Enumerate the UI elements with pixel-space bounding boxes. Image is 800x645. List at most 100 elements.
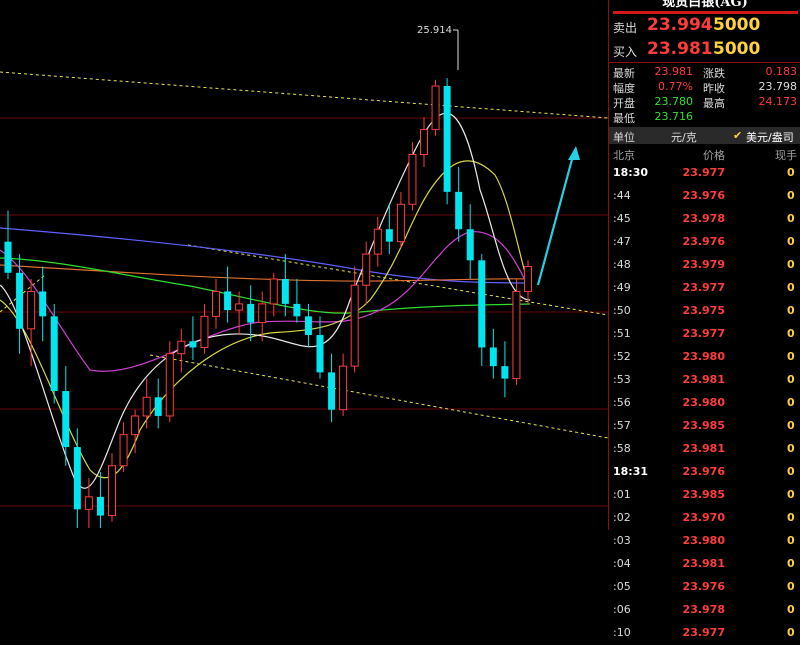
tick-row[interactable]: :58 23.981 0 <box>609 438 800 461</box>
tick-row[interactable]: :48 23.979 0 <box>609 254 800 277</box>
candle-up <box>119 434 128 467</box>
stat-value: 24.173 <box>758 95 798 108</box>
tick-volume: 0 <box>787 212 795 225</box>
forecast-arrow <box>536 151 576 286</box>
candle-down <box>443 86 451 192</box>
candle-down <box>50 316 58 392</box>
candle-up <box>165 353 174 417</box>
candle-down <box>501 366 509 379</box>
tick-price: 23.978 <box>682 212 725 225</box>
tick-time: :48 <box>613 258 631 271</box>
stat-value: 23.981 <box>654 65 694 78</box>
sell-volume: 5000 <box>713 15 761 35</box>
tick-row[interactable]: :04 23.981 0 <box>609 553 800 576</box>
sell-row[interactable]: 卖出 23.994 5000 <box>609 14 800 38</box>
candle-up <box>27 290 36 330</box>
stat-label: 开盘 <box>613 97 635 110</box>
tick-time: :05 <box>613 580 631 593</box>
unit-usd-option[interactable]: 美元/盎司 <box>746 129 794 145</box>
candle-down <box>96 496 104 516</box>
separator <box>609 62 800 63</box>
candle-down <box>478 260 486 348</box>
tick-row[interactable]: :50 23.975 0 <box>609 300 800 323</box>
stat-value: 23.780 <box>654 95 694 108</box>
tick-price: 23.980 <box>682 350 725 363</box>
buy-price: 23.981 <box>647 39 713 59</box>
candle-down <box>455 191 463 230</box>
tick-row[interactable]: :53 23.981 0 <box>609 369 800 392</box>
tick-row[interactable]: :57 23.985 0 <box>609 415 800 438</box>
candle-up <box>339 365 348 411</box>
quote-panel: 现货白银(AG) 卖出 23.994 5000 买入 23.981 5000 最… <box>608 0 800 639</box>
candle-up <box>212 290 220 317</box>
tick-volume: 0 <box>787 350 795 363</box>
tick-price: 23.976 <box>682 580 725 593</box>
tick-row[interactable]: :49 23.977 0 <box>609 277 800 300</box>
candle-up <box>512 290 521 380</box>
candle-down <box>4 241 12 273</box>
tick-volume: 0 <box>787 534 795 547</box>
instrument-title: 现货白银(AG) <box>662 0 748 10</box>
tick-row[interactable]: 18:31 23.976 0 <box>609 461 800 484</box>
candle-down <box>247 303 255 323</box>
candle-up <box>420 129 428 156</box>
tick-time: :57 <box>613 419 631 432</box>
tick-time: :44 <box>613 189 631 202</box>
tick-price: 23.978 <box>682 603 725 616</box>
tick-row[interactable]: :56 23.980 0 <box>609 392 800 415</box>
stat-value: 0.183 <box>765 65 798 78</box>
candle-up <box>431 85 440 131</box>
annotations: 25.914 <box>417 25 580 286</box>
tick-row[interactable]: :47 23.976 0 <box>609 231 800 254</box>
tick-volume: 0 <box>787 373 795 386</box>
candle-up <box>108 465 116 517</box>
tick-row[interactable]: :06 23.978 0 <box>609 599 800 622</box>
candle-up <box>84 496 93 510</box>
candle-down <box>224 291 232 311</box>
stat-label: 最高 <box>703 97 725 110</box>
tick-row[interactable]: :05 23.976 0 <box>609 576 800 599</box>
tick-row[interactable]: :10 23.977 0 <box>609 622 800 645</box>
candle-down <box>281 279 289 304</box>
tick-time: :10 <box>613 626 631 639</box>
tick-volume: 0 <box>787 626 795 639</box>
tick-volume: 0 <box>787 603 795 616</box>
tick-volume: 0 <box>787 235 795 248</box>
candle-down <box>189 341 197 348</box>
stat-label: 昨收 <box>703 82 725 95</box>
candle-up <box>524 266 532 292</box>
ma120-line <box>0 264 531 282</box>
tick-row[interactable]: :52 23.980 0 <box>609 346 800 369</box>
sell-price: 23.994 <box>647 15 713 35</box>
tick-price: 23.977 <box>682 281 725 294</box>
tick-price: 23.981 <box>682 442 725 455</box>
unit-yuan-option[interactable]: 元/克 <box>671 129 697 145</box>
col-price-header: 价格 <box>703 149 725 162</box>
forecast-arrow-head <box>568 146 580 160</box>
tick-row[interactable]: :02 23.970 0 <box>609 507 800 530</box>
candle-up <box>235 303 244 311</box>
tick-row[interactable]: :44 23.976 0 <box>609 185 800 208</box>
col-vol-header: 现手 <box>775 149 797 162</box>
tick-row[interactable]: :51 23.977 0 <box>609 323 800 346</box>
candle-up <box>362 253 371 286</box>
ma20-line <box>0 231 531 372</box>
kline-chart[interactable]: 25.914 <box>0 0 608 530</box>
stat-value: 23.798 <box>758 80 798 93</box>
tick-row[interactable]: 18:30 23.977 0 <box>609 162 800 185</box>
buy-row[interactable]: 买入 23.981 5000 <box>609 38 800 62</box>
col-time-header: 北京 <box>613 149 635 162</box>
candle-up <box>200 315 209 348</box>
stat-label: 最低 <box>613 112 635 125</box>
tick-price: 23.980 <box>682 534 725 547</box>
tick-row[interactable]: :45 23.978 0 <box>609 208 800 231</box>
tick-volume: 0 <box>787 258 795 271</box>
upper-trend-line <box>0 71 608 119</box>
tick-row[interactable]: :01 23.985 0 <box>609 484 800 507</box>
tick-price: 23.976 <box>682 465 725 478</box>
tick-row[interactable]: :03 23.980 0 <box>609 530 800 553</box>
candle-down <box>316 335 324 373</box>
tick-volume: 0 <box>787 166 795 179</box>
tick-volume: 0 <box>787 465 795 478</box>
check-icon: ✔ <box>733 129 743 142</box>
